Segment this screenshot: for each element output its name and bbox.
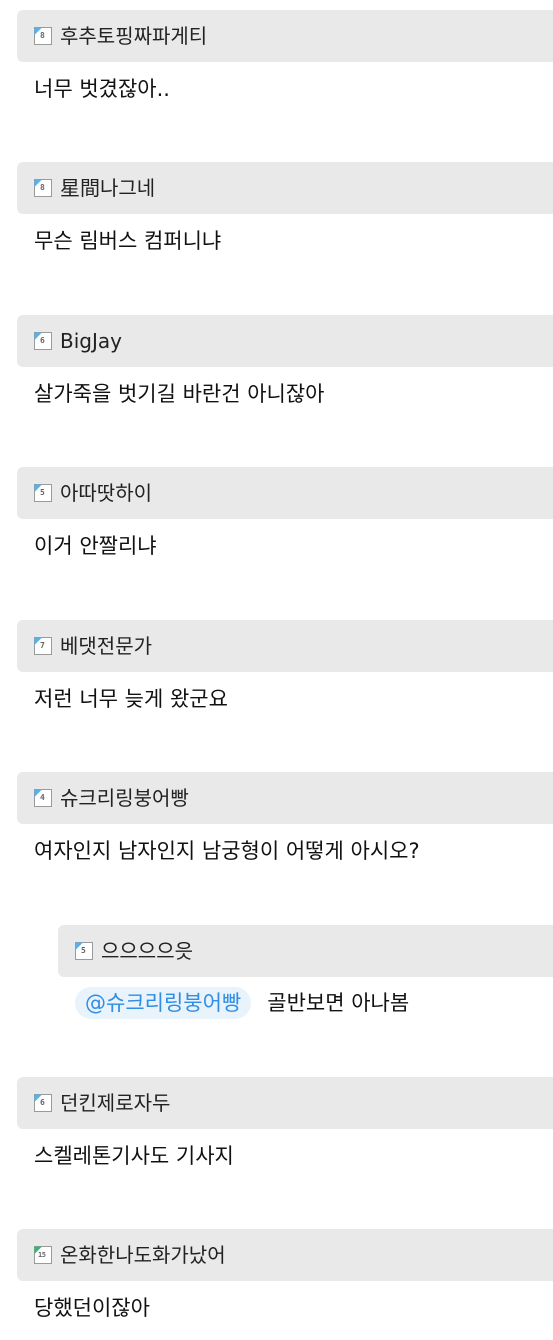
level-number: 8 [40, 183, 45, 192]
comment-item: 8 星間나그네 무슨 림버스 컴퍼니냐 [17, 162, 553, 256]
comment-author[interactable]: 아따땃하이 [60, 481, 152, 505]
comment-header: 6 BigJay [17, 315, 553, 367]
comment-text: 당했던이잖아 [34, 1296, 150, 1320]
level-badge-icon: 6 [34, 1094, 52, 1112]
level-number: 5 [81, 946, 86, 955]
comment-text: 골반보면 아나봄 [267, 991, 410, 1015]
comment-item: 6 던킨제로자두 스켈레톤기사도 기사지 [17, 1077, 553, 1171]
level-badge-icon: 4 [34, 789, 52, 807]
comment-author[interactable]: 星間나그네 [60, 176, 155, 200]
comment-author[interactable]: 던킨제로자두 [60, 1091, 170, 1115]
level-badge-icon: 7 [34, 637, 52, 655]
comment-header: 5 으으으으읏 [58, 925, 553, 977]
comment-author[interactable]: 후추토핑짜파게티 [60, 24, 207, 48]
comment-text: 여자인지 남자인지 남궁형이 어떻게 아시오? [34, 839, 420, 863]
comment-author[interactable]: 온화한나도화가났어 [60, 1243, 226, 1267]
comment-header: 8 星間나그네 [17, 162, 553, 214]
level-number: 6 [40, 1098, 45, 1107]
mention-tag[interactable]: @슈크리링붕어빵 [75, 987, 252, 1019]
comment-header: 5 아따땃하이 [17, 467, 553, 519]
comment-header: 4 슈크리링붕어빵 [17, 772, 553, 824]
comment-text: 저런 너무 늦게 왔군요 [34, 687, 228, 711]
level-number: 8 [40, 31, 45, 40]
comment-author[interactable]: 으으으으읏 [101, 939, 193, 963]
comment-item: 6 BigJay 살가죽을 벗기길 바란건 아니잖아 [17, 315, 553, 409]
comment-header: 7 베댓전문가 [17, 620, 553, 672]
level-badge-icon: 5 [34, 484, 52, 502]
comment-text: 너무 벗겼잖아.. [34, 77, 170, 101]
level-badge-icon: 15 [34, 1246, 52, 1264]
comment-item: 5 아따땃하이 이거 안짤리냐 [17, 467, 553, 561]
comment-header: 6 던킨제로자두 [17, 1077, 553, 1129]
level-number: 7 [40, 641, 45, 650]
comment-item: 8 후추토핑짜파게티 너무 벗겼잖아.. [17, 10, 553, 104]
comment-header: 15 온화한나도화가났어 [17, 1229, 553, 1281]
comment-text: 살가죽을 벗기길 바란건 아니잖아 [34, 382, 325, 406]
comment-text: 스켈레톤기사도 기사지 [34, 1144, 234, 1168]
comment-author[interactable]: 슈크리링붕어빵 [60, 786, 189, 810]
comment-author[interactable]: 베댓전문가 [60, 634, 152, 658]
level-number: 5 [40, 488, 45, 497]
level-badge-icon: 5 [75, 942, 93, 960]
level-number: 6 [40, 336, 45, 345]
level-badge-icon: 8 [34, 179, 52, 197]
comment-item: 7 베댓전문가 저런 너무 늦게 왔군요 [17, 620, 553, 714]
comment-text: 이거 안짤리냐 [34, 534, 157, 558]
level-badge-icon: 8 [34, 27, 52, 45]
comment-item: 4 슈크리링붕어빵 여자인지 남자인지 남궁형이 어떻게 아시오? [17, 772, 553, 866]
level-number: 4 [40, 793, 45, 802]
comment-header: 8 후추토핑짜파게티 [17, 10, 553, 62]
comment-item: 15 온화한나도화가났어 당했던이잖아 [17, 1229, 553, 1323]
comment-text: 무슨 림버스 컴퍼니냐 [34, 229, 222, 253]
level-badge-icon: 6 [34, 332, 52, 350]
comment-author[interactable]: BigJay [60, 329, 122, 353]
reply-item: 5 으으으으읏 @슈크리링붕어빵 골반보면 아나봄 [58, 925, 553, 1019]
comment-text-row: @슈크리링붕어빵 골반보면 아나봄 [58, 987, 553, 1019]
level-number: 15 [38, 1251, 46, 1259]
